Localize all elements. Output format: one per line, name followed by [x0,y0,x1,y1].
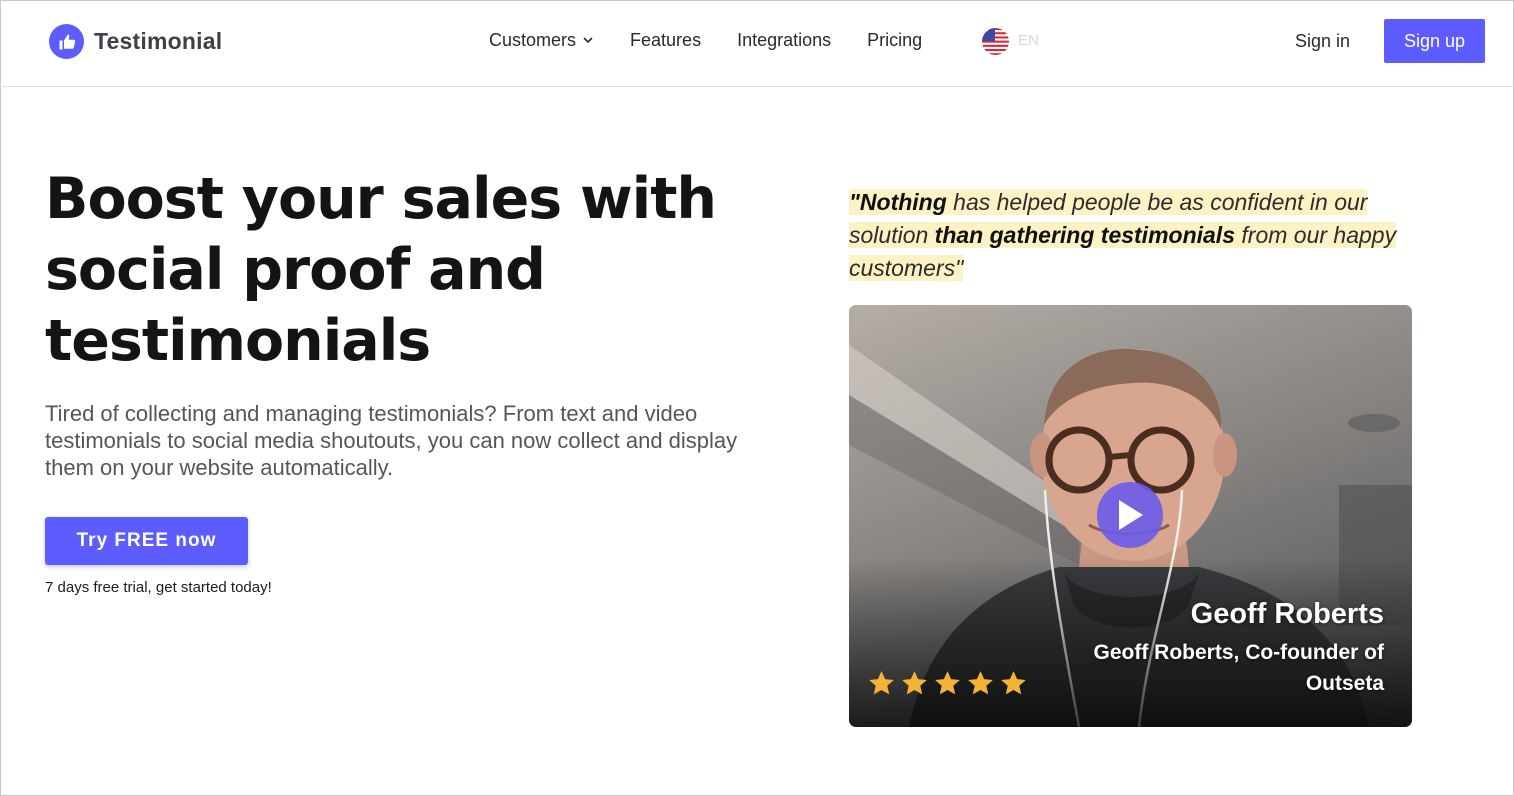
brand-name: Testimonial [94,28,223,54]
logo[interactable]: Testimonial [49,24,222,59]
nav-item-customers[interactable]: Customers [489,30,594,51]
nav-item-label: Pricing [867,30,923,50]
star-rating [867,669,1028,698]
video-person-name: Geoff Roberts [1190,598,1384,630]
video-testimonial[interactable]: Geoff Roberts Geoff Roberts, Co-founder … [849,305,1412,727]
try-free-button[interactable]: Try FREE now [45,517,248,565]
star-icon [869,671,894,695]
star-icon [902,671,927,695]
chevron-down-icon [582,30,594,51]
site-header: Testimonial Customers Features Integrati… [0,0,1514,87]
testimonial-quote: "Nothing has helped people be as confide… [849,186,1429,285]
us-flag-icon[interactable] [982,28,1009,55]
star-icon [1001,671,1026,695]
nav-item-label: Features [630,30,702,50]
sign-up-button[interactable]: Sign up [1384,19,1485,63]
nav-item-label: Integrations [737,30,832,50]
play-icon[interactable] [1097,482,1163,548]
thumbs-up-icon [49,24,84,59]
trial-note: 7 days free trial, get started today! [45,579,272,596]
nav-item-label: Customers [489,30,577,50]
video-person-role: Geoff Roberts, Co-founder of Outseta [1093,641,1384,695]
quote-bold-1: Nothing [859,189,947,215]
hero-description: Tired of collecting and managing testimo… [45,401,738,480]
hero-title: Boost your sales with social proof and t… [45,166,717,374]
main-nav: Customers Features Integrations Pricing [489,30,958,51]
language-selector[interactable]: EN [1018,32,1039,49]
star-icon [968,671,993,695]
nav-item-pricing[interactable]: Pricing [867,30,922,51]
quote-bold-2: than gathering testimonials [934,222,1235,248]
nav-item-integrations[interactable]: Integrations [737,30,831,51]
sign-in-link[interactable]: Sign in [1295,31,1350,52]
nav-item-features[interactable]: Features [630,30,701,51]
star-icon [935,671,960,695]
quote-open: " [849,189,860,215]
